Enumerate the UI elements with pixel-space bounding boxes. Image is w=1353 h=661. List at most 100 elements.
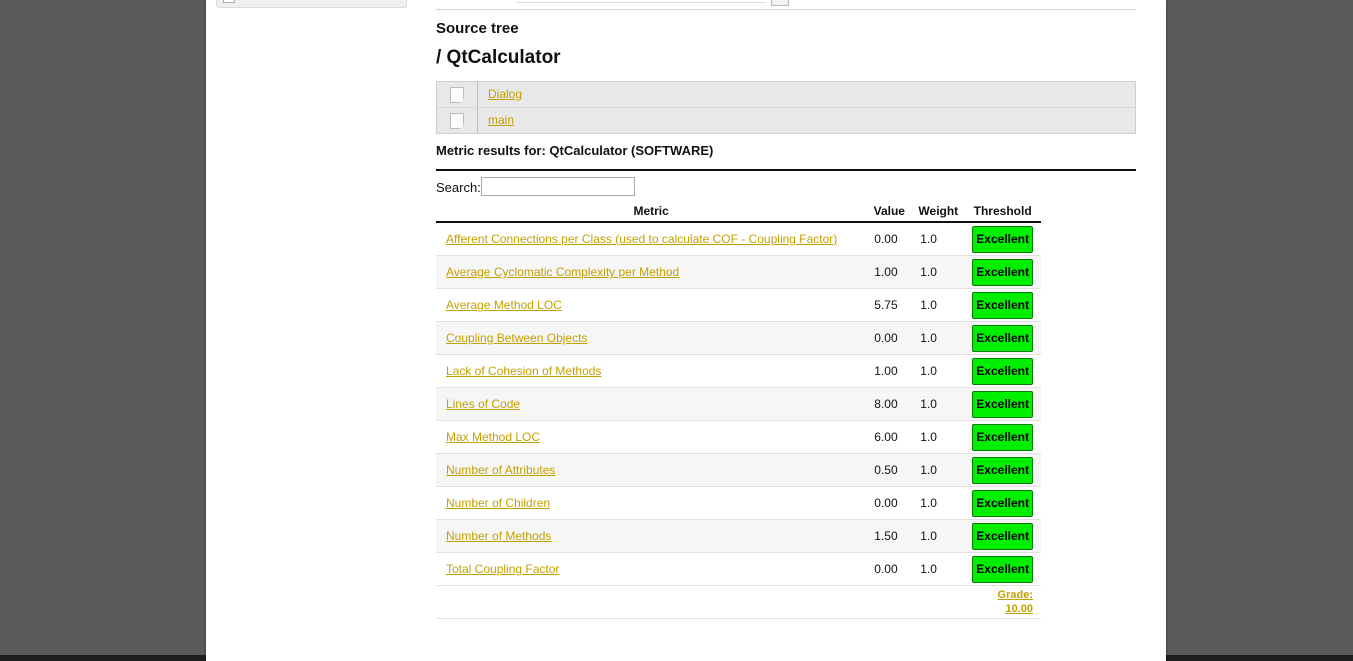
value-cell: 0.00 xyxy=(866,222,913,256)
metric-cell: Max Method LOC xyxy=(436,420,867,454)
weight-cell: 1.0 xyxy=(912,321,965,355)
tree-row: main xyxy=(437,108,1135,133)
empty-cell xyxy=(436,585,867,619)
empty-cell xyxy=(866,585,913,619)
table-row: Afferent Connections per Class (used to … xyxy=(436,222,1041,256)
metric-link[interactable]: Lines of Code xyxy=(446,397,520,411)
threshold-cell: Excellent xyxy=(964,486,1041,520)
status-badge: Excellent xyxy=(972,225,1033,253)
tree-icon-cell xyxy=(437,82,478,107)
sidebar-item[interactable] xyxy=(216,0,407,8)
metric-link[interactable]: Coupling Between Objects xyxy=(446,331,587,345)
metric-cell: Total Coupling Factor xyxy=(436,552,867,586)
status-badge: Excellent xyxy=(972,291,1033,319)
table-row: Total Coupling Factor 0.00 1.0 Excellent xyxy=(436,552,1041,586)
weight-cell: 1.0 xyxy=(912,420,965,454)
divider xyxy=(436,169,1136,171)
threshold-cell: Excellent xyxy=(964,321,1041,355)
tree-link-main[interactable]: main xyxy=(488,113,514,127)
weight-cell: 1.0 xyxy=(912,354,965,388)
table-row: Average Cyclomatic Complexity per Method… xyxy=(436,255,1041,289)
metric-link[interactable]: Afferent Connections per Class (used to … xyxy=(446,232,837,246)
metric-cell: Number of Methods xyxy=(436,519,867,553)
status-badge: Excellent xyxy=(972,357,1033,385)
file-icon xyxy=(450,113,464,129)
weight-cell: 1.0 xyxy=(912,222,965,256)
threshold-cell: Excellent xyxy=(964,552,1041,586)
value-cell: 0.50 xyxy=(866,453,913,487)
metric-link[interactable]: Total Coupling Factor xyxy=(446,562,559,576)
value-cell: 8.00 xyxy=(866,387,913,421)
value-cell: 1.00 xyxy=(866,255,913,289)
table-row: Number of Attributes 0.50 1.0 Excellent xyxy=(436,453,1041,487)
grade-link[interactable]: Grade: 10.00 xyxy=(964,588,1033,616)
threshold-cell: Excellent xyxy=(964,222,1041,256)
threshold-cell: Excellent xyxy=(964,354,1041,388)
status-badge: Excellent xyxy=(972,489,1033,517)
threshold-cell: Excellent xyxy=(964,420,1041,454)
column-header-weight[interactable]: Weight xyxy=(912,200,965,223)
table-row: Number of Children 0.00 1.0 Excellent xyxy=(436,486,1041,520)
table-row: Average Method LOC 5.75 1.0 Excellent xyxy=(436,288,1041,322)
source-tree: Dialog main xyxy=(436,81,1136,134)
top-field[interactable] xyxy=(516,0,766,3)
table-row: Number of Methods 1.50 1.0 Excellent xyxy=(436,519,1041,553)
metric-cell: Number of Attributes xyxy=(436,453,867,487)
table-row: Lack of Cohesion of Methods 1.00 1.0 Excell… xyxy=(436,354,1041,388)
value-cell: 0.00 xyxy=(866,486,913,520)
weight-cell: 1.0 xyxy=(912,519,965,553)
status-badge: Excellent xyxy=(972,555,1033,583)
metric-link[interactable]: Max Method LOC xyxy=(446,430,540,444)
search-input[interactable] xyxy=(481,177,635,196)
metric-link[interactable]: Average Cyclomatic Complexity per Method xyxy=(446,265,679,279)
column-header-threshold[interactable]: Threshold xyxy=(964,200,1041,223)
table-row: Lines of Code 8.00 1.0 Excellent xyxy=(436,387,1041,421)
calendar-icon[interactable] xyxy=(771,0,789,6)
metric-link[interactable]: Lack of Cohesion of Methods xyxy=(446,364,601,378)
column-header-value[interactable]: Value xyxy=(866,200,913,223)
grade-row: Grade: 10.00 xyxy=(436,585,1041,619)
threshold-cell: Excellent xyxy=(964,288,1041,322)
page-panel: Source tree / QtCalculator Dialog main M… xyxy=(206,0,1166,661)
empty-cell xyxy=(912,585,965,619)
status-badge: Excellent xyxy=(972,390,1033,418)
metric-cell: Afferent Connections per Class (used to … xyxy=(436,222,867,256)
value-cell: 0.00 xyxy=(866,552,913,586)
metric-link[interactable]: Number of Attributes xyxy=(446,463,555,477)
metric-cell: Average Cyclomatic Complexity per Method xyxy=(436,255,867,289)
tree-link-dialog[interactable]: Dialog xyxy=(488,87,522,101)
value-cell: 0.00 xyxy=(866,321,913,355)
weight-cell: 1.0 xyxy=(912,552,965,586)
metric-link[interactable]: Number of Methods xyxy=(446,529,551,543)
value-cell: 1.50 xyxy=(866,519,913,553)
metric-link[interactable]: Average Method LOC xyxy=(446,298,562,312)
metric-link[interactable]: Number of Children xyxy=(446,496,550,510)
status-badge: Excellent xyxy=(972,423,1033,451)
metric-cell: Coupling Between Objects xyxy=(436,321,867,355)
column-header-metric[interactable]: Metric xyxy=(436,200,867,223)
table-header-row: Metric Value Weight Threshold xyxy=(436,200,1041,223)
grade-label: Grade: xyxy=(997,589,1033,601)
grade-cell: Grade: 10.00 xyxy=(964,585,1041,619)
value-cell: 5.75 xyxy=(866,288,913,322)
weight-cell: 1.0 xyxy=(912,486,965,520)
status-badge: Excellent xyxy=(972,324,1033,352)
threshold-cell: Excellent xyxy=(964,453,1041,487)
threshold-cell: Excellent xyxy=(964,519,1041,553)
status-badge: Excellent xyxy=(972,522,1033,550)
divider xyxy=(436,9,1136,10)
metrics-table: Metric Value Weight Threshold Afferent C… xyxy=(436,200,1041,619)
grade-value: 10.00 xyxy=(1005,603,1033,615)
table-row: Max Method LOC 6.00 1.0 Excellent xyxy=(436,420,1041,454)
table-row: Coupling Between Objects 0.00 1.0 Excellent xyxy=(436,321,1041,355)
metric-cell: Lack of Cohesion of Methods xyxy=(436,354,867,388)
source-tree-label: Source tree xyxy=(436,20,519,37)
metric-cell: Number of Children xyxy=(436,486,867,520)
metric-cell: Average Method LOC xyxy=(436,288,867,322)
tree-icon-cell xyxy=(437,108,478,133)
value-cell: 1.00 xyxy=(866,354,913,388)
file-icon xyxy=(450,87,464,103)
metric-results-heading: Metric results for: QtCalculator (SOFTWA… xyxy=(436,143,714,158)
value-cell: 6.00 xyxy=(866,420,913,454)
page-title: / QtCalculator xyxy=(436,47,561,68)
